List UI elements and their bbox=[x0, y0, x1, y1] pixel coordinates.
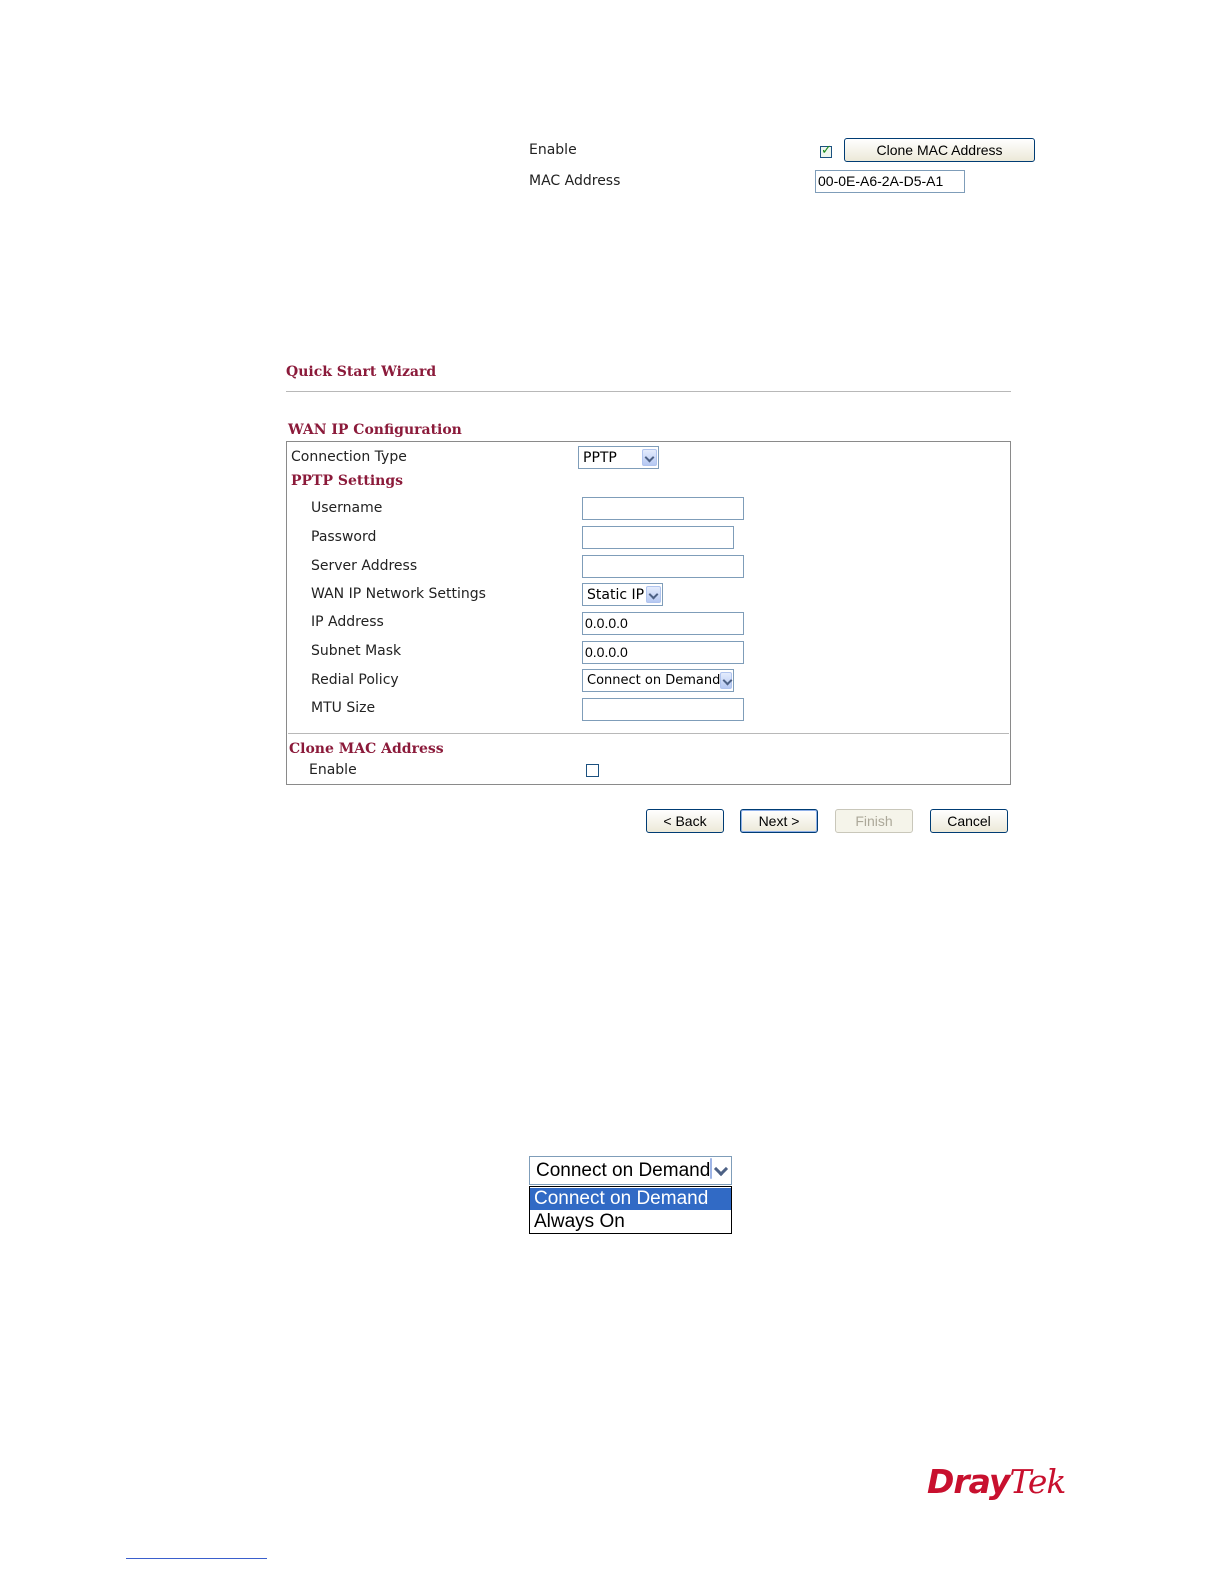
enable-checkbox[interactable] bbox=[820, 143, 832, 158]
logo-dray: Dray bbox=[927, 1462, 1010, 1501]
wan-network-settings-select[interactable]: Static IP bbox=[582, 583, 663, 606]
back-button[interactable]: < Back bbox=[646, 809, 724, 833]
logo-tek: Tek bbox=[1009, 1462, 1066, 1501]
wan-network-settings-label: WAN IP Network Settings bbox=[311, 586, 486, 602]
draytek-logo: DrayTek bbox=[927, 1462, 1066, 1501]
footer-rule bbox=[126, 1558, 267, 1559]
redial-policy-select[interactable]: Connect on Demand bbox=[582, 669, 734, 692]
username-label: Username bbox=[311, 500, 383, 516]
mac-address-input[interactable]: 00-0E-A6-2A-D5-A1 bbox=[815, 170, 965, 193]
section-divider bbox=[288, 733, 1009, 734]
pptp-settings-title: PPTP Settings bbox=[291, 473, 403, 489]
ip-address-input[interactable]: 0.0.0.0 bbox=[582, 612, 744, 635]
finish-button: Finish bbox=[835, 809, 913, 833]
redial-policy-label: Redial Policy bbox=[311, 672, 399, 688]
section-title: WAN IP Configuration bbox=[288, 422, 462, 438]
clone-mac-button[interactable]: Clone MAC Address bbox=[844, 138, 1035, 162]
chevron-down-icon[interactable] bbox=[646, 586, 661, 603]
mtu-size-label: MTU Size bbox=[311, 700, 376, 716]
wan-network-settings-value: Static IP bbox=[587, 586, 645, 603]
chevron-down-icon[interactable] bbox=[642, 449, 657, 466]
subnet-mask-label: Subnet Mask bbox=[311, 643, 402, 659]
dropdown-selected-value: Connect on Demand bbox=[536, 1160, 711, 1181]
connection-type-select[interactable]: PPTP bbox=[578, 446, 659, 469]
username-input[interactable] bbox=[582, 497, 744, 520]
server-address-label: Server Address bbox=[311, 558, 418, 574]
password-input[interactable] bbox=[582, 526, 734, 549]
cancel-button[interactable]: Cancel bbox=[930, 809, 1008, 833]
clone-enable-checkbox[interactable] bbox=[586, 764, 599, 777]
clone-mac-title: Clone MAC Address bbox=[289, 741, 444, 757]
redial-policy-value: Connect on Demand bbox=[587, 673, 721, 688]
chevron-down-icon[interactable] bbox=[710, 1158, 712, 1179]
dropdown-option-connect-on-demand[interactable]: Connect on Demand bbox=[530, 1188, 731, 1210]
server-address-input[interactable] bbox=[582, 555, 744, 578]
enable-label: Enable bbox=[529, 142, 577, 158]
redial-dropdown-list: Connect on Demand Always On bbox=[529, 1186, 732, 1234]
dropdown-option-always-on[interactable]: Always On bbox=[530, 1211, 731, 1233]
redial-dropdown-closed[interactable]: Connect on Demand bbox=[529, 1156, 732, 1185]
mtu-size-input[interactable] bbox=[582, 698, 744, 721]
wizard-title: Quick Start Wizard bbox=[286, 364, 437, 380]
subnet-mask-input[interactable]: 0.0.0.0 bbox=[582, 641, 744, 664]
ip-address-label: IP Address bbox=[311, 614, 384, 630]
connection-type-value: PPTP bbox=[583, 449, 617, 466]
connection-type-label: Connection Type bbox=[291, 449, 407, 465]
next-button[interactable]: Next > bbox=[740, 809, 818, 833]
password-label: Password bbox=[311, 529, 377, 545]
chevron-down-icon[interactable] bbox=[720, 672, 732, 689]
clone-enable-label: Enable bbox=[309, 762, 357, 778]
title-divider bbox=[286, 391, 1011, 392]
mac-address-label: MAC Address bbox=[529, 173, 621, 189]
